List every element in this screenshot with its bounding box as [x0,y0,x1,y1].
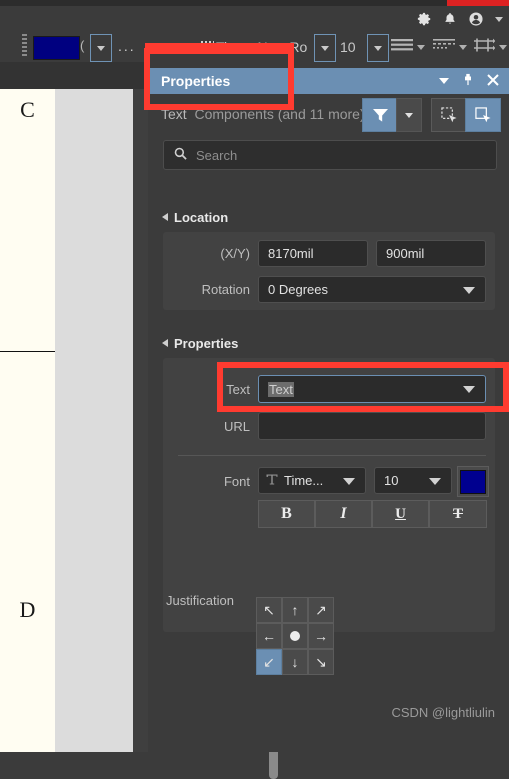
panel-menu-chevron-icon[interactable] [439,78,449,84]
object-selector-row: Text Components (and 11 more) [148,94,509,134]
font-family-value: Time... [284,473,324,488]
properties-panel: Properties Text Components (and 11 more) [148,62,509,752]
format-toolbar: ( ... Times New Ro 10 [0,28,509,63]
font-name-dropdown-button[interactable] [314,34,336,62]
justify-bottom-left[interactable]: ↙ [256,649,282,675]
chevron-down-icon [343,477,355,485]
font-color-swatch [460,469,486,494]
font-size-dropdown[interactable]: 10 [374,467,452,494]
italic-button[interactable]: I [315,500,372,528]
font-name-value[interactable]: Times New Ro [216,39,307,55]
justify-top-right[interactable]: ↗ [308,597,334,623]
search-input[interactable]: Search [163,140,497,170]
object-type-label[interactable]: Text Components (and 11 more) [161,106,365,122]
sheet-row-label-c: C [20,97,35,122]
section-title-location: Location [174,210,229,225]
rotation-value: 0 Degrees [268,282,328,297]
underline-button[interactable]: U [372,500,429,528]
filter-options-chevron-down-icon[interactable] [396,98,422,132]
section-header-location[interactable]: Location [162,210,228,225]
justification-grid: ↖ ↑ ↗ ← → ↙ ↓ ↘ [256,597,334,675]
font-color-swatch-button[interactable] [457,466,489,497]
chevron-down-icon [374,45,382,51]
application-window: ( ... Times New Ro 10 C D Properties Tex… [0,0,509,779]
line-style-icon[interactable] [391,38,413,52]
justify-bottom-right[interactable]: ↘ [308,649,334,675]
justify-bottom-center[interactable]: ↓ [282,649,308,675]
object-type-value: Text [161,106,187,122]
chevron-down-icon[interactable] [495,16,503,22]
strikethrough-button[interactable]: T [429,500,487,528]
text-value: Text [268,381,294,397]
canvas-vertical-scrollbar[interactable] [133,89,279,779]
chevron-down-icon [321,45,329,51]
color-dropdown-button[interactable] [90,34,112,62]
panel-title: Properties [161,73,231,89]
font-size-value: 10 [384,473,399,488]
select-all-icon[interactable] [431,98,467,132]
schematic-canvas[interactable]: C D [0,62,279,779]
close-icon[interactable] [487,73,499,89]
dashed-line-style-icon[interactable] [433,38,455,52]
section-header-properties[interactable]: Properties [162,336,238,351]
justify-top-center[interactable]: ↑ [282,597,308,623]
justify-top-left[interactable]: ↖ [256,597,282,623]
justify-middle-left[interactable]: ← [256,623,282,649]
font-size-value[interactable]: 10 [340,39,356,55]
properties-divider [178,455,486,456]
center-dot-icon [290,631,300,641]
filter-icon[interactable] [362,98,398,132]
rotation-dropdown[interactable]: 0 Degrees [258,276,486,303]
justify-middle-right[interactable]: → [308,623,334,649]
text-value-dropdown[interactable]: Text [258,375,486,403]
chevron-down-icon [97,45,105,51]
sheet-row-divider [0,351,55,352]
bell-icon[interactable] [443,12,457,26]
font-type-icon [266,473,278,488]
chevron-down-icon [429,477,441,485]
location-y-field[interactable]: 900mil [376,240,486,267]
sheet-row-label-d: D [19,597,36,622]
location-x-field[interactable]: 8170mil [258,240,368,267]
font-preview-icon [201,41,214,52]
panel-title-bar: Properties [148,68,509,94]
chevron-down-icon [463,286,475,294]
search-icon [174,147,187,163]
rotation-label: Rotation [201,282,250,297]
section-title-properties: Properties [174,336,239,351]
system-bar [0,6,509,28]
arrow-style-chevron-down-icon[interactable] [499,45,507,50]
sheet-row-ruler: C D [0,89,56,752]
url-field[interactable] [258,412,486,440]
collapse-triangle-icon [162,213,168,221]
color-swatch-button[interactable] [33,36,80,60]
font-label: Font [223,474,250,489]
watermark: CSDN @lightliulin [391,705,495,720]
toolbar-overflow-button[interactable]: ... [118,39,136,53]
chevron-down-icon [463,386,475,393]
search-placeholder: Search [196,147,238,163]
justify-middle-center[interactable] [282,623,308,649]
pin-icon[interactable] [462,73,474,89]
justification-label: Justification [166,593,234,608]
arrow-style-icon[interactable] [473,38,496,52]
gear-icon[interactable] [417,12,431,26]
dashed-line-style-chevron-down-icon[interactable] [459,45,467,50]
font-size-dropdown-button[interactable] [367,34,389,62]
object-scope-value: Components (and 11 more) [194,106,365,122]
text-label: Text [226,382,250,397]
url-label: URL [223,419,250,434]
toolbar-drag-handle[interactable] [22,34,27,56]
font-family-dropdown[interactable]: Time... [258,467,366,494]
xy-label: (X/Y) [220,246,250,261]
line-style-chevron-down-icon[interactable] [417,45,425,50]
bold-button[interactable]: B [258,500,315,528]
collapse-triangle-icon [162,339,168,347]
canvas-top-band [0,62,148,89]
user-avatar-icon[interactable] [469,12,483,26]
color-swatch-label: ( [80,38,85,53]
select-object-icon[interactable] [465,98,501,132]
sheet-body[interactable] [55,89,133,752]
